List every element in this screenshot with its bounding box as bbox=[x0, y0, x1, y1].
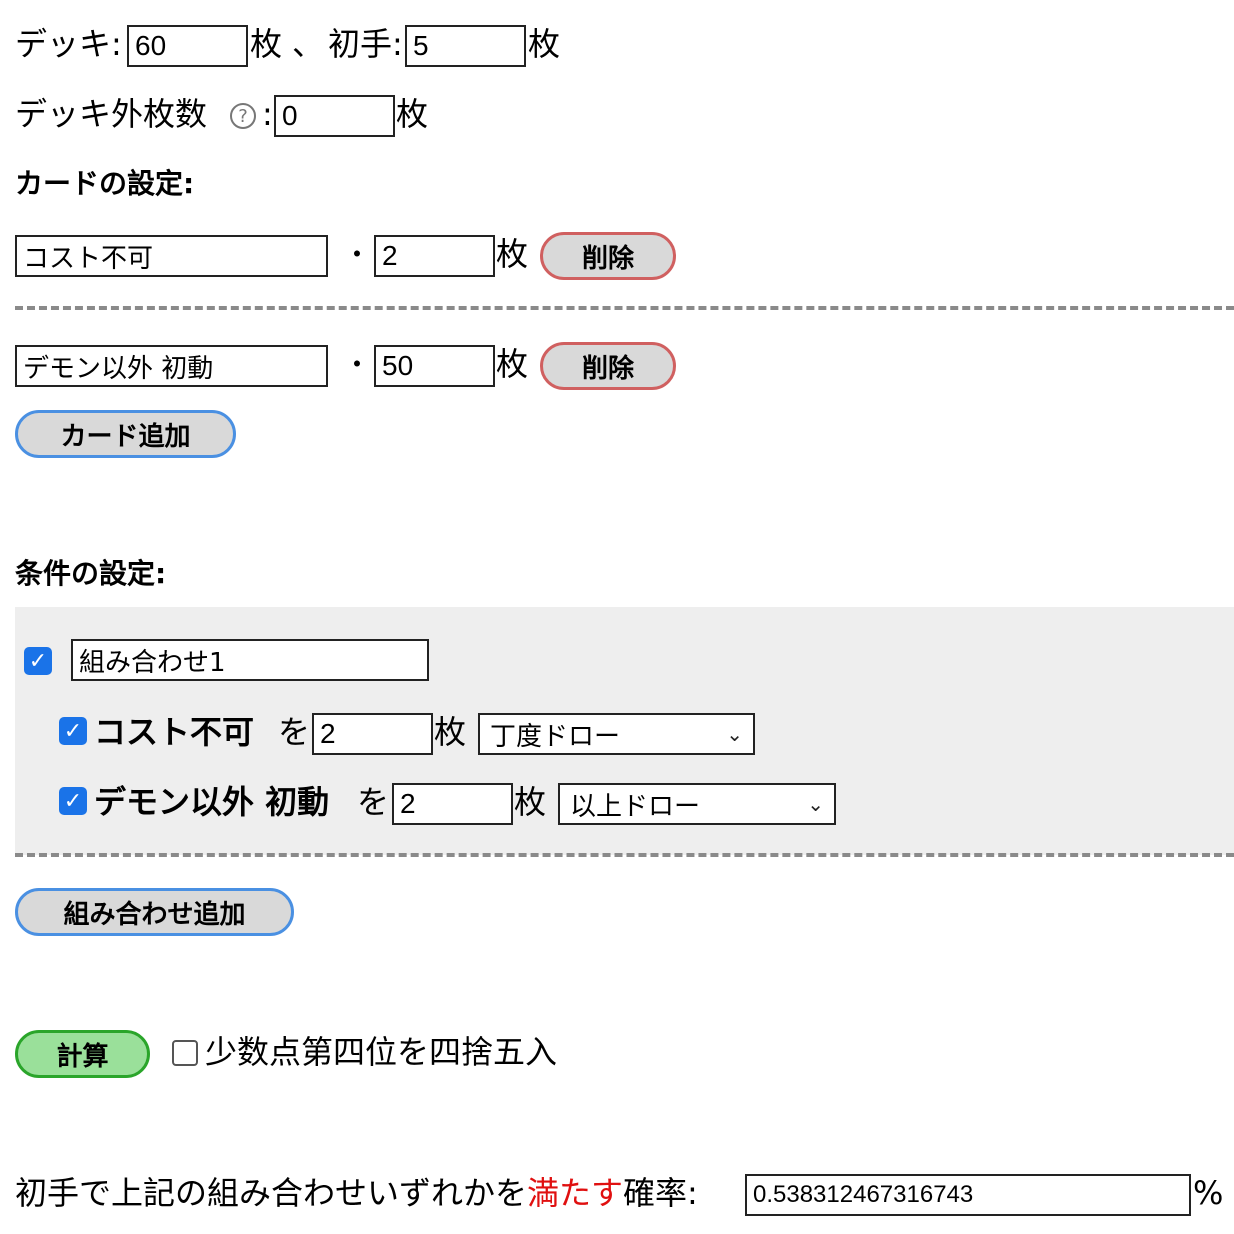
condition-count-input[interactable] bbox=[392, 783, 513, 825]
draw-mode-value: 丁度ドロー bbox=[490, 721, 621, 752]
result-label: 初手で上記の組み合わせいずれかを満たす確率: bbox=[15, 1173, 698, 1213]
condition-particle: を bbox=[278, 713, 311, 751]
card-unit: 枚 bbox=[496, 235, 529, 273]
condition-checkbox[interactable]: ✓ bbox=[59, 787, 87, 815]
percent-sign: % bbox=[1193, 1174, 1224, 1212]
outside-unit: 枚 bbox=[396, 95, 429, 133]
condition-count-input[interactable] bbox=[312, 713, 433, 755]
chevron-down-icon: ⌄ bbox=[807, 792, 824, 816]
result-suffix: 確率: bbox=[623, 1174, 698, 1212]
card-dot: ・ bbox=[343, 348, 372, 381]
chevron-down-icon: ⌄ bbox=[726, 722, 743, 746]
condition-unit: 枚 bbox=[434, 713, 467, 751]
add-card-button[interactable]: カード追加 bbox=[15, 410, 236, 458]
deck-label: デッキ: bbox=[15, 25, 122, 63]
combo-checkbox[interactable]: ✓ bbox=[24, 647, 52, 675]
checkmark-icon: ✓ bbox=[63, 788, 83, 814]
divider bbox=[15, 306, 1234, 310]
round-checkbox[interactable] bbox=[172, 1040, 198, 1066]
card-dot: ・ bbox=[343, 238, 372, 271]
checkmark-icon: ✓ bbox=[63, 718, 83, 744]
deck-count-input[interactable] bbox=[127, 25, 248, 67]
draw-mode-select[interactable]: 以上ドロー ⌄ bbox=[558, 783, 836, 825]
hand-label: 初手: bbox=[328, 25, 403, 63]
divider bbox=[15, 853, 1234, 857]
condition-checkbox[interactable]: ✓ bbox=[59, 717, 87, 745]
result-prefix: 初手で上記の組み合わせいずれかを bbox=[15, 1174, 528, 1212]
card-count-input[interactable] bbox=[374, 235, 495, 277]
condition-particle: を bbox=[357, 783, 390, 821]
card-settings-title: カードの設定: bbox=[15, 167, 195, 200]
page: デッキ: 枚 、 初手: 枚 デッキ外枚数 ? : 枚 カードの設定: ・ 枚 … bbox=[0, 0, 1234, 1234]
draw-mode-select[interactable]: 丁度ドロー ⌄ bbox=[478, 713, 755, 755]
outside-colon: : bbox=[262, 95, 273, 133]
checkmark-icon: ✓ bbox=[28, 648, 48, 674]
combo-name-input[interactable] bbox=[71, 639, 429, 681]
delete-card-button[interactable]: 削除 bbox=[540, 232, 676, 280]
card-name-input[interactable] bbox=[15, 235, 328, 277]
delete-card-button[interactable]: 削除 bbox=[540, 342, 676, 390]
card-name-input[interactable] bbox=[15, 345, 328, 387]
condition-unit: 枚 bbox=[514, 783, 547, 821]
hand-unit: 枚 bbox=[528, 25, 561, 63]
calculate-button[interactable]: 計算 bbox=[15, 1030, 150, 1078]
card-count-input[interactable] bbox=[374, 345, 495, 387]
condition-card-name: デモン以外 初動 bbox=[94, 783, 330, 821]
outside-deck-input[interactable] bbox=[274, 95, 395, 137]
condition-settings-title: 条件の設定: bbox=[15, 557, 167, 590]
deck-unit: 枚 bbox=[250, 25, 283, 63]
round-label: 少数点第四位を四捨五入 bbox=[205, 1033, 558, 1071]
draw-mode-value: 以上ドロー bbox=[570, 791, 701, 822]
help-circle-icon[interactable]: ? bbox=[230, 103, 256, 129]
card-unit: 枚 bbox=[496, 345, 529, 383]
condition-card-name: コスト不可 bbox=[94, 713, 255, 751]
outside-deck-label: デッキ外枚数 bbox=[15, 95, 208, 133]
separator: 、 bbox=[292, 25, 325, 63]
add-combination-button[interactable]: 組み合わせ追加 bbox=[15, 888, 294, 936]
result-highlight: 満たす bbox=[527, 1174, 624, 1212]
probability-output[interactable] bbox=[745, 1174, 1191, 1216]
hand-count-input[interactable] bbox=[405, 25, 526, 67]
